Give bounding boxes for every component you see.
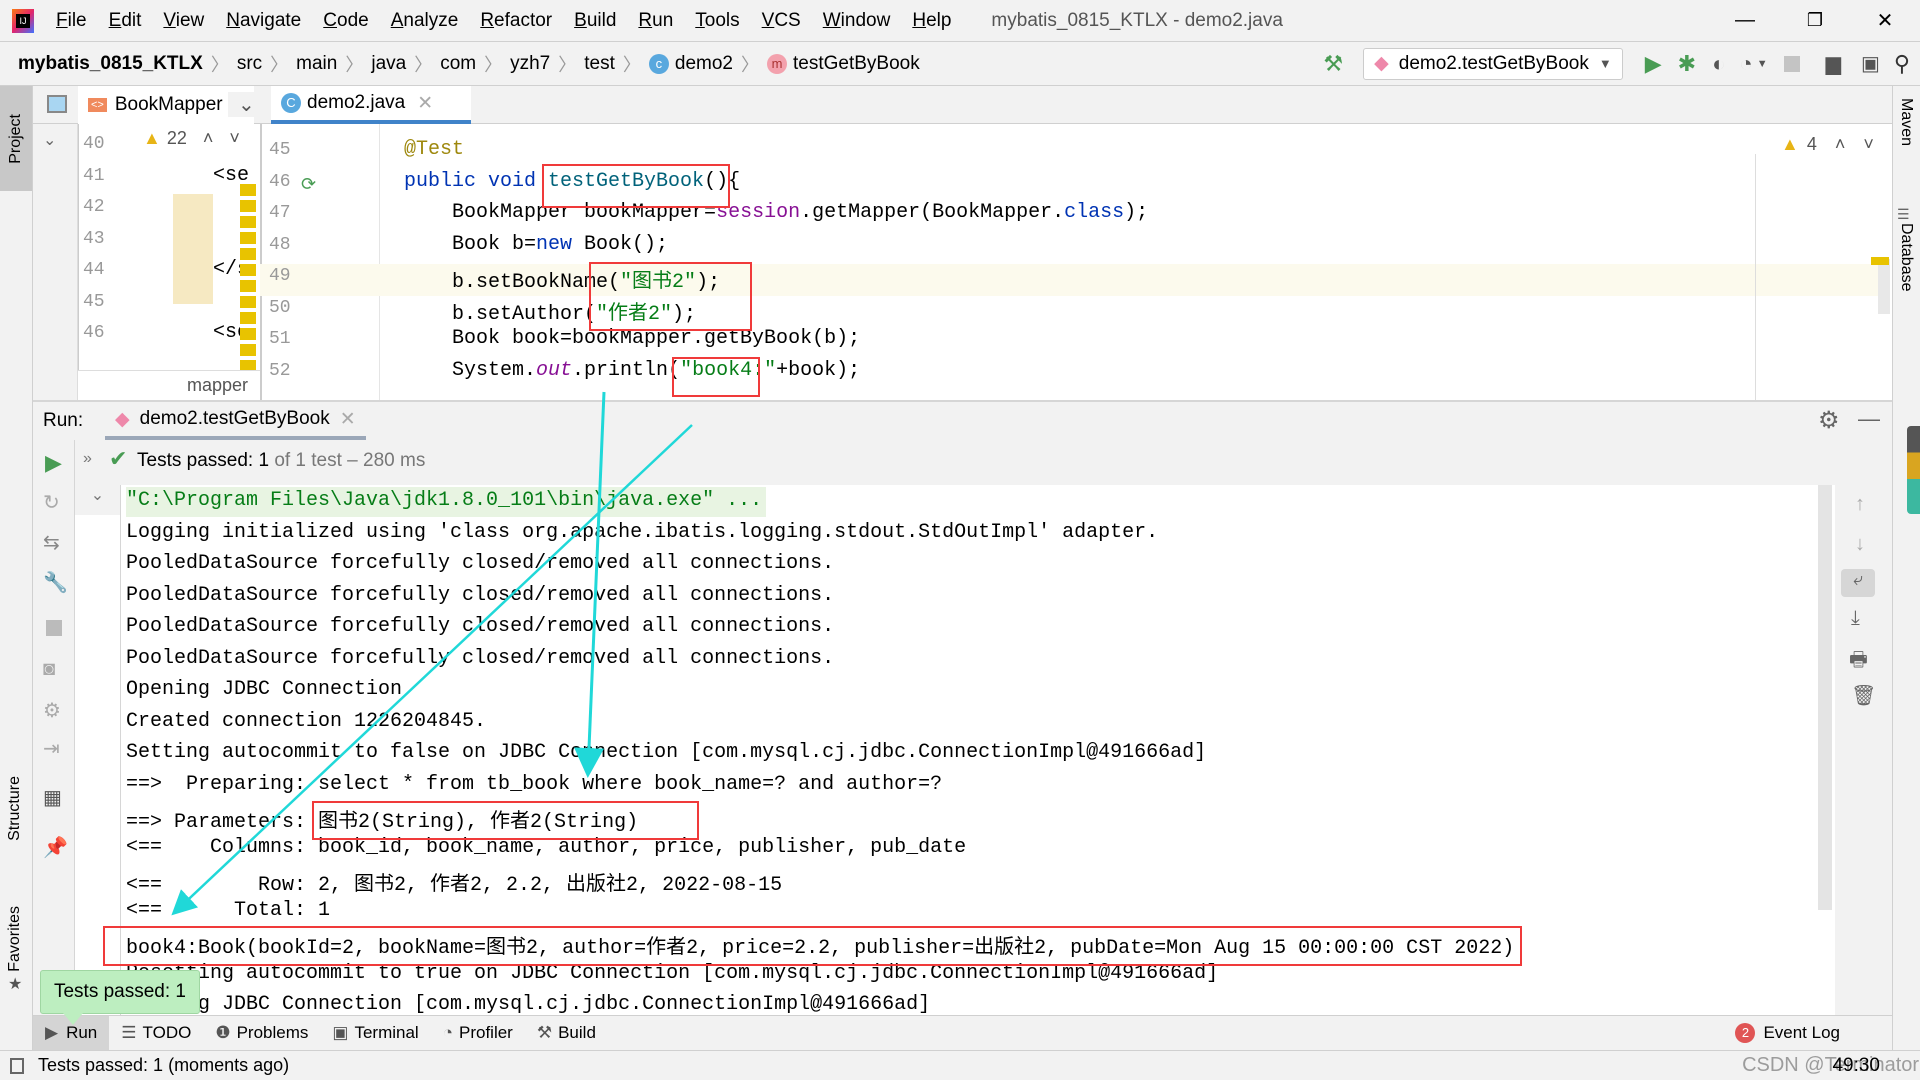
arrow-to-result xyxy=(171,424,693,916)
annotation-arrows xyxy=(171,391,693,916)
arrow-to-parameters xyxy=(574,391,606,778)
